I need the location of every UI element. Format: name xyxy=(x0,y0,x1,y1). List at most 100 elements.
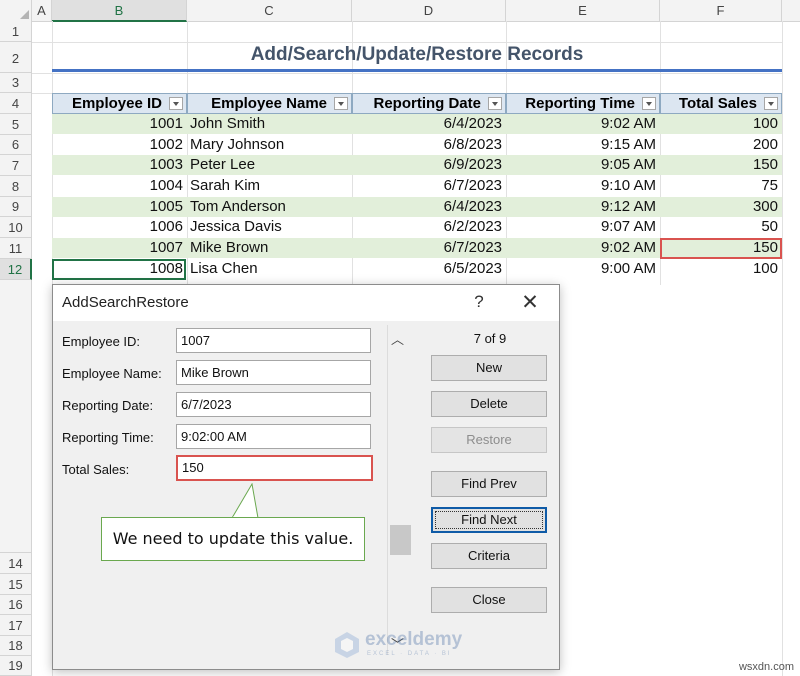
employee-name-field[interactable]: Mike Brown xyxy=(176,360,371,385)
new-button[interactable]: New xyxy=(431,355,547,381)
select-all-corner[interactable] xyxy=(0,0,32,21)
row-header-9[interactable]: 9 xyxy=(0,197,32,217)
row-header-7[interactable]: 7 xyxy=(0,155,32,176)
header-employee-name[interactable]: Employee Name xyxy=(187,93,352,114)
row-header-14[interactable]: 14 xyxy=(0,553,32,574)
exceldemy-logo-icon xyxy=(335,632,359,658)
cell-employee-id[interactable]: 1005 xyxy=(52,197,187,217)
criteria-button[interactable]: Criteria xyxy=(431,543,547,569)
active-cell-cursor[interactable] xyxy=(52,259,186,280)
cell-reporting-date[interactable]: 6/4/2023 xyxy=(352,197,506,217)
cell-employee-name[interactable]: Tom Anderson xyxy=(187,197,352,217)
close-icon[interactable]: ✕ xyxy=(519,290,541,315)
header-employee-id[interactable]: Employee ID xyxy=(52,93,187,114)
row-header-5[interactable]: 5 xyxy=(0,114,32,135)
cell-employee-id[interactable]: 1007 xyxy=(52,238,187,258)
dialog-title: AddSearchRestore xyxy=(62,294,189,311)
row-header-8[interactable]: 8 xyxy=(0,176,32,197)
row-header-4[interactable]: 4 xyxy=(0,93,32,114)
column-header-d[interactable]: D xyxy=(352,0,506,21)
cell-employee-name[interactable]: Lisa Chen xyxy=(187,259,352,279)
close-button[interactable]: Close xyxy=(431,587,547,613)
delete-button[interactable]: Delete xyxy=(431,391,547,417)
title-underline xyxy=(52,69,782,72)
scroll-up-icon[interactable]: ︿ xyxy=(391,329,404,348)
header-reporting-time[interactable]: Reporting Time xyxy=(506,93,660,114)
row-header-3[interactable]: 3 xyxy=(0,73,32,93)
cell-total-sales[interactable]: 150 xyxy=(660,155,782,175)
cell-employee-id[interactable]: 1003 xyxy=(52,155,187,175)
column-header-b[interactable]: B xyxy=(52,0,187,22)
cell-reporting-time[interactable]: 9:05 AM xyxy=(506,155,660,175)
highlighted-cell[interactable] xyxy=(660,238,782,259)
header-label: Reporting Time xyxy=(525,95,635,112)
cell-reporting-time[interactable]: 9:02 AM xyxy=(506,114,660,134)
cell-employee-name[interactable]: Mike Brown xyxy=(187,238,352,258)
cell-total-sales[interactable]: 75 xyxy=(660,176,782,196)
dialog-titlebar[interactable]: AddSearchRestore ? ✕ xyxy=(53,285,559,321)
header-label: Employee Name xyxy=(211,95,327,112)
row-header-15[interactable]: 15 xyxy=(0,574,32,595)
cell-employee-name[interactable]: Peter Lee xyxy=(187,155,352,175)
cell-total-sales[interactable]: 50 xyxy=(660,217,782,237)
cell-reporting-date[interactable]: 6/7/2023 xyxy=(352,176,506,196)
cell-employee-name[interactable]: Sarah Kim xyxy=(187,176,352,196)
cell-reporting-time[interactable]: 9:02 AM xyxy=(506,238,660,258)
row-header-2[interactable]: 2 xyxy=(0,42,32,73)
column-header-f[interactable]: F xyxy=(660,0,782,21)
row-header-6[interactable]: 6 xyxy=(0,135,32,155)
row-header-17[interactable]: 17 xyxy=(0,615,32,636)
cell-reporting-time[interactable]: 9:12 AM xyxy=(506,197,660,217)
total-sales-field[interactable]: 150 xyxy=(176,455,373,481)
cell-reporting-date[interactable]: 6/8/2023 xyxy=(352,135,506,155)
cell-total-sales[interactable]: 300 xyxy=(660,197,782,217)
cell-reporting-time[interactable]: 9:07 AM xyxy=(506,217,660,237)
cell-reporting-date[interactable]: 6/4/2023 xyxy=(352,114,506,134)
filter-dropdown-icon[interactable] xyxy=(764,97,778,110)
exceldemy-watermark: exceldemy EXCEL · DATA · BI xyxy=(333,629,493,661)
cell-employee-name[interactable]: Jessica Davis xyxy=(187,217,352,237)
cell-reporting-time[interactable]: 9:15 AM xyxy=(506,135,660,155)
cell-reporting-time[interactable]: 9:10 AM xyxy=(506,176,660,196)
cell-reporting-date[interactable]: 6/9/2023 xyxy=(352,155,506,175)
row-header-12[interactable]: 12 xyxy=(0,259,32,280)
cell-employee-id[interactable]: 1004 xyxy=(52,176,187,196)
reporting-time-field[interactable]: 9:02:00 AM xyxy=(176,424,371,449)
filter-dropdown-icon[interactable] xyxy=(169,97,183,110)
row-header-19[interactable]: 19 xyxy=(0,656,32,676)
filter-dropdown-icon[interactable] xyxy=(642,97,656,110)
employee-id-field[interactable]: 1007 xyxy=(176,328,371,353)
cell-employee-id[interactable]: 1002 xyxy=(52,135,187,155)
reporting-date-field[interactable]: 6/7/2023 xyxy=(176,392,371,417)
cell-employee-name[interactable]: John Smith xyxy=(187,114,352,134)
cell-reporting-date[interactable]: 6/5/2023 xyxy=(352,259,506,279)
cell-reporting-time[interactable]: 9:00 AM xyxy=(506,259,660,279)
scrollbar-thumb[interactable] xyxy=(390,525,411,555)
header-total-sales[interactable]: Total Sales xyxy=(660,93,782,114)
record-scrollbar[interactable]: ︿ ﹀ xyxy=(387,325,412,655)
help-icon[interactable]: ? xyxy=(469,292,489,312)
filter-dropdown-icon[interactable] xyxy=(488,97,502,110)
row-header-11[interactable]: 11 xyxy=(0,238,32,259)
row-header-10[interactable]: 10 xyxy=(0,217,32,238)
row-header-18[interactable]: 18 xyxy=(0,636,32,656)
cell-total-sales[interactable]: 200 xyxy=(660,135,782,155)
cell-total-sales[interactable]: 100 xyxy=(660,259,782,279)
cell-employee-id[interactable]: 1001 xyxy=(52,114,187,134)
row-header-1[interactable]: 1 xyxy=(0,21,32,42)
cell-total-sales[interactable]: 100 xyxy=(660,114,782,134)
callout-pointer xyxy=(231,483,259,519)
cell-employee-name[interactable]: Mary Johnson xyxy=(187,135,352,155)
cell-reporting-date[interactable]: 6/7/2023 xyxy=(352,238,506,258)
restore-button[interactable]: Restore xyxy=(431,427,547,453)
column-header-c[interactable]: C xyxy=(187,0,352,21)
find-prev-button[interactable]: Find Prev xyxy=(431,471,547,497)
find-next-button[interactable]: Find Next xyxy=(431,507,547,533)
cell-reporting-date[interactable]: 6/2/2023 xyxy=(352,217,506,237)
filter-dropdown-icon[interactable] xyxy=(334,97,348,110)
column-header-e[interactable]: E xyxy=(506,0,660,21)
row-header-16[interactable]: 16 xyxy=(0,595,32,615)
header-reporting-date[interactable]: Reporting Date xyxy=(352,93,506,114)
cell-employee-id[interactable]: 1006 xyxy=(52,217,187,237)
column-header-a[interactable]: A xyxy=(32,0,52,21)
